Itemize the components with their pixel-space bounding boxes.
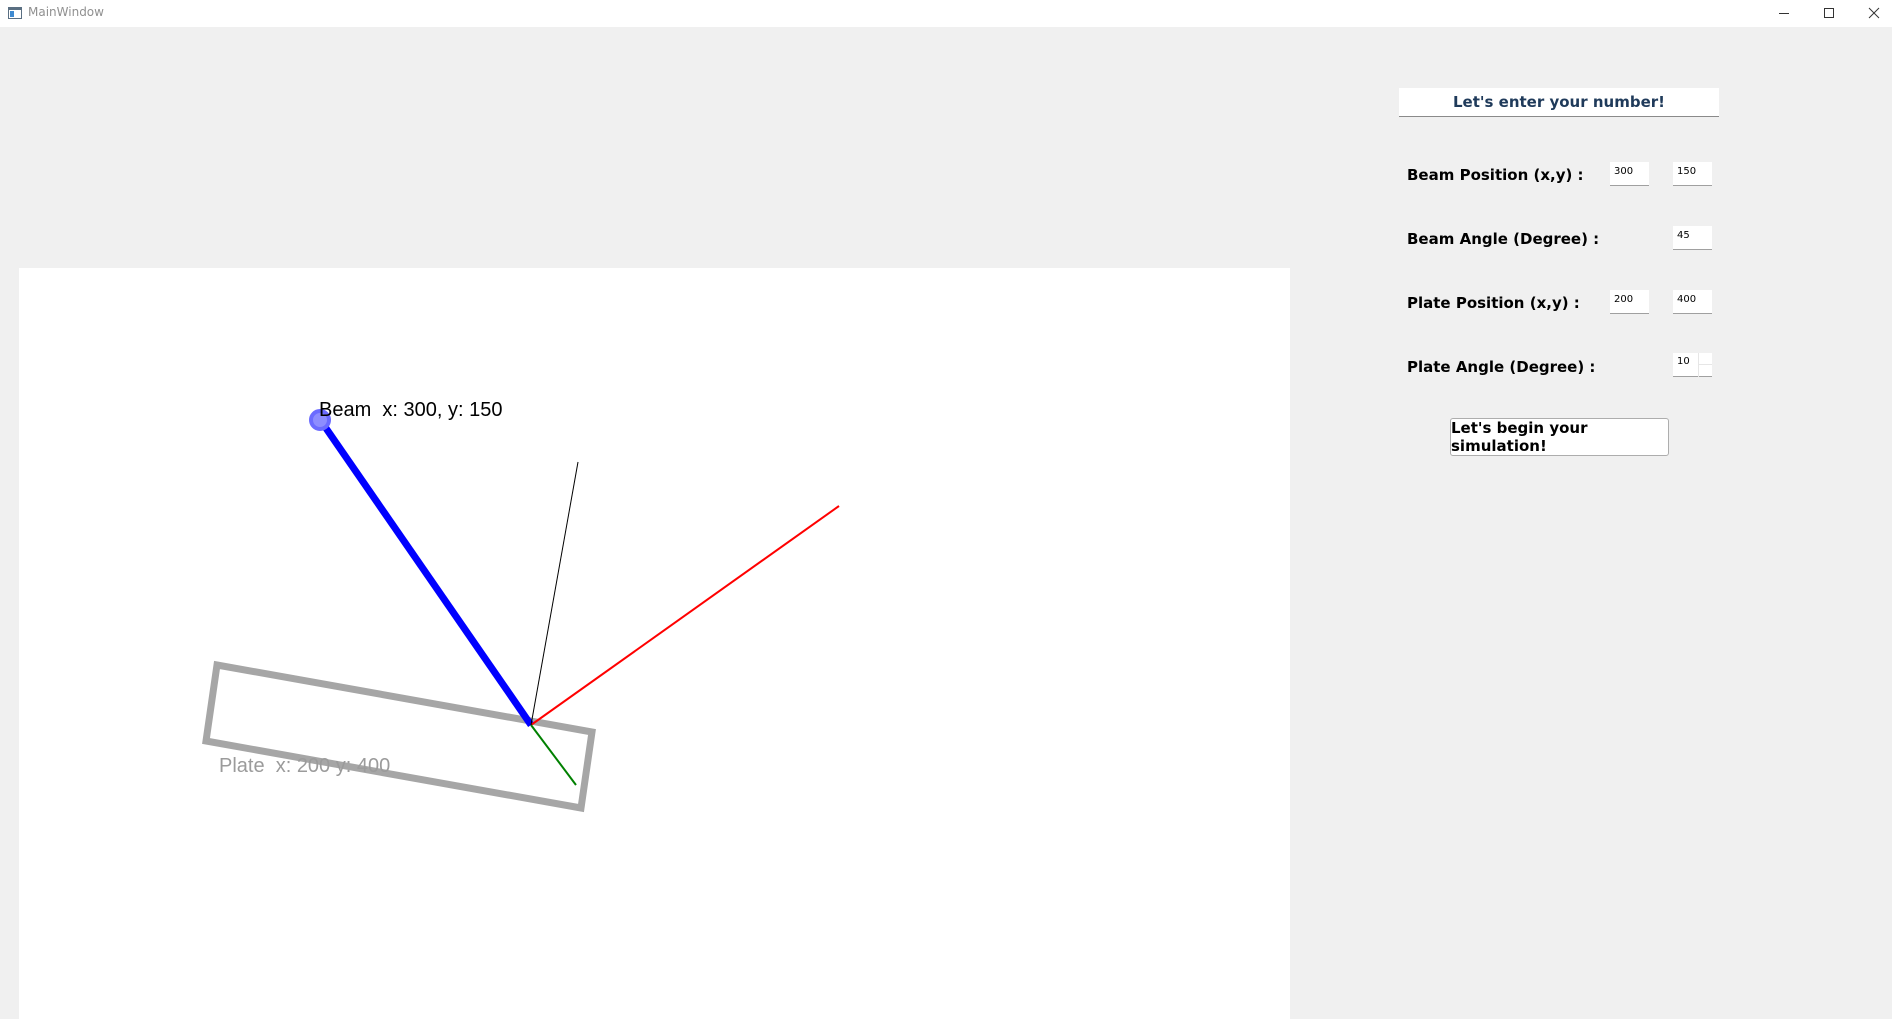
plate-coordinate-label: Plate x: 200 y: 400 xyxy=(219,755,391,777)
window-title: MainWindow xyxy=(28,5,104,19)
maximize-button[interactable] xyxy=(1806,0,1851,25)
black-axis-line xyxy=(530,461,579,726)
title-bar: MainWindow xyxy=(0,0,1892,27)
scene-graphics xyxy=(202,409,840,813)
red-axis-line xyxy=(530,505,840,726)
close-icon xyxy=(1868,7,1879,18)
plate-y-input[interactable]: 400 xyxy=(1673,290,1712,314)
beam-x-input[interactable]: 300 xyxy=(1610,162,1649,186)
beam-line xyxy=(318,419,534,727)
plate-x-input[interactable]: 200 xyxy=(1610,290,1649,314)
plate-angle-label: Plate Angle (Degree) : xyxy=(1407,358,1596,376)
close-button[interactable] xyxy=(1851,0,1892,25)
app-window-icon xyxy=(8,5,22,19)
minimize-button[interactable] xyxy=(1761,0,1806,25)
begin-simulation-button[interactable]: Let's begin your simulation! xyxy=(1450,418,1669,456)
plate-rectangle xyxy=(202,660,596,813)
beam-coordinate-label: Beam x: 300, y: 150 xyxy=(319,399,503,421)
form-header: Let's enter your number! xyxy=(1399,88,1719,117)
spinbox-arrows[interactable] xyxy=(1698,353,1712,377)
maximize-icon xyxy=(1823,7,1834,18)
beam-angle-input[interactable]: 45 xyxy=(1673,226,1712,250)
beam-y-input[interactable]: 150 xyxy=(1673,162,1712,186)
plate-angle-spinbox[interactable]: 10 xyxy=(1673,353,1712,377)
green-axis-line xyxy=(530,724,577,786)
plate-position-label: Plate Position (x,y) : xyxy=(1407,294,1580,312)
beam-angle-label: Beam Angle (Degree) : xyxy=(1407,230,1600,248)
minimize-icon xyxy=(1778,12,1789,14)
beam-position-label: Beam Position (x,y) : xyxy=(1407,166,1584,184)
simulation-canvas[interactable]: Beam x: 300, y: 150 Plate x: 200 y: 400 xyxy=(19,268,1290,1019)
plate-angle-value: 10 xyxy=(1677,356,1690,367)
